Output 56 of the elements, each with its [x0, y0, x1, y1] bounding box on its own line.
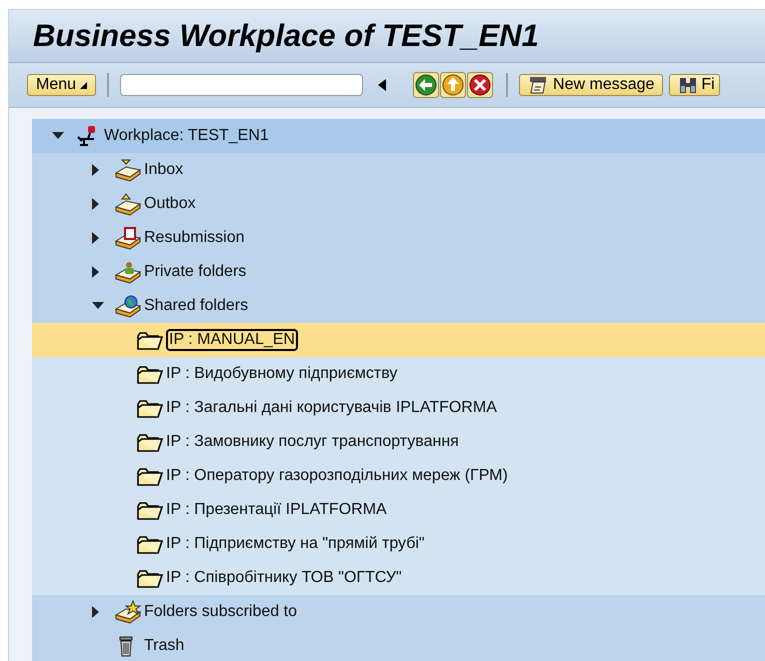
find-button[interactable]: Fi — [669, 74, 720, 96]
tree-item[interactable]: Trash — [32, 629, 765, 661]
collapsed-arrow-icon[interactable] — [92, 266, 100, 278]
tree-item[interactable]: Shared folders — [32, 289, 765, 323]
up-icon[interactable] — [440, 72, 466, 98]
tree-item-label: IP : Презентації IPLATFORMA — [166, 501, 387, 519]
tree-item-label: Private folders — [144, 263, 246, 281]
tree-item-label: Inbox — [144, 161, 184, 179]
tree-item-label: Shared folders — [144, 297, 248, 315]
collapse-arrow-icon[interactable] — [377, 78, 388, 92]
tree-item[interactable]: IP : Співробітнику ТОВ "ОГТСУ" — [32, 561, 765, 595]
tree-item[interactable]: IP : Замовнику послуг транспортування — [32, 425, 765, 459]
tree-item[interactable]: IP : Оператору газорозподільних мереж (ГРМ) — [32, 459, 765, 493]
tree-item[interactable]: Private folders — [32, 255, 765, 289]
command-field[interactable] — [120, 74, 364, 96]
tree-item-label: IP : Співробітнику ТОВ "ОГТСУ" — [166, 569, 402, 587]
tree-item-label: Outbox — [144, 195, 196, 213]
cancel-icon[interactable] — [467, 72, 494, 98]
tree-item-label: IP : Загальні дані користувачів IPLATFORMA — [166, 399, 497, 417]
tree-item[interactable]: Inbox — [32, 153, 765, 187]
tree-item[interactable]: IP : Видобувному підприємству — [32, 357, 765, 391]
tree-item[interactable]: IP : Загальні дані користувачів IPLATFORMA — [32, 391, 765, 425]
tree-item[interactable]: IP : Підприємству на "прямій трубі" — [32, 527, 765, 561]
tree-item[interactable]: Folders subscribed to — [32, 595, 765, 629]
globe-tray-icon — [114, 294, 142, 318]
tree-item-label: Folders subscribed to — [144, 603, 297, 621]
window-title: Business Workplace of TEST_EN1 — [33, 18, 539, 54]
expanded-arrow-icon[interactable] — [92, 302, 104, 310]
collapsed-arrow-icon[interactable] — [92, 606, 100, 618]
tree-item[interactable]: IP : Презентації IPLATFORMA — [32, 493, 765, 527]
tree-item[interactable]: Workplace: TEST_EN1 — [32, 119, 765, 153]
collapsed-arrow-icon[interactable] — [92, 164, 100, 176]
tree-item-label: Workplace: TEST_EN1 — [104, 127, 269, 145]
calendar-tray-icon — [114, 226, 142, 250]
tree-item-label: IP : Оператору газорозподільних мереж (ГРМ) — [166, 467, 508, 485]
collapsed-arrow-icon[interactable] — [92, 232, 100, 244]
tree-item-label: IP : Замовнику послуг транспортування — [166, 433, 459, 451]
person-tray-icon — [114, 260, 142, 284]
tree-item-label: IP : Підприємству на "прямій трубі" — [166, 535, 425, 553]
collapsed-arrow-icon[interactable] — [92, 198, 100, 210]
outbox-tray-icon — [114, 192, 142, 216]
menu-button[interactable]: Menu — [27, 74, 96, 96]
new-message-button[interactable]: New message — [519, 74, 664, 96]
expanded-arrow-icon[interactable] — [52, 132, 64, 140]
star-tray-icon — [114, 600, 142, 624]
binoculars-icon — [678, 75, 698, 95]
tree-item[interactable]: Outbox — [32, 187, 765, 221]
tree-item-label: IP : Видобувному підприємству — [166, 365, 398, 383]
tree-item-label: Trash — [144, 637, 184, 655]
tree-item-label: IP : MANUAL_EN — [166, 329, 298, 351]
dropdown-icon — [80, 82, 88, 88]
inbox-tray-icon — [114, 158, 142, 182]
tree-item-label: Resubmission — [144, 229, 244, 247]
tree-item[interactable]: Resubmission — [32, 221, 765, 255]
tree-item[interactable]: IP : MANUAL_EN — [32, 323, 765, 357]
back-icon[interactable] — [413, 72, 440, 98]
